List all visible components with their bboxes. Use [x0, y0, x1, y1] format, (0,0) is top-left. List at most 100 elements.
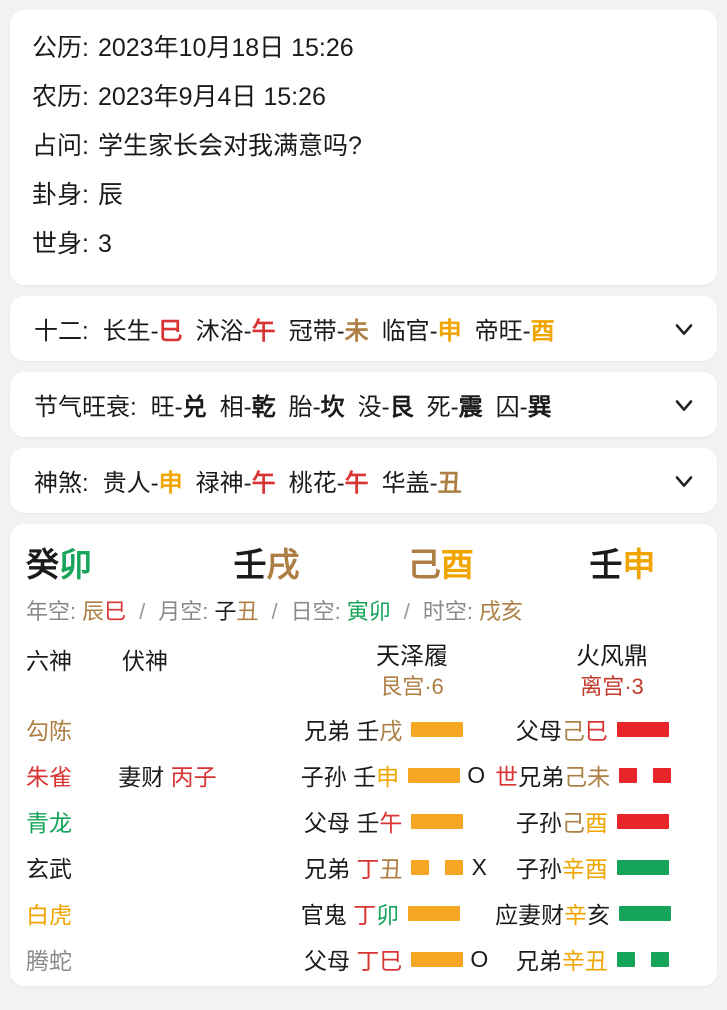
kongwang-row: 年空: 辰巳 / 月空: 子丑 / 日空: 寅卯 / 时空: 戌亥: [10, 588, 717, 636]
main-hexagram-name: 天泽履: [376, 643, 448, 670]
liushen-cell: 腾蛇: [26, 948, 72, 974]
kong-separator: /: [403, 599, 410, 624]
info-label: 世身:: [32, 230, 89, 258]
twelve-stage-name: 长生-: [102, 318, 159, 345]
yang-line-icon: [411, 951, 464, 967]
info-value: 3: [97, 230, 112, 258]
shensha-row[interactable]: 神煞: 贵人-申 禄神-午 桃花-午 华盖-丑: [10, 448, 717, 513]
shensha-branch: 丑: [437, 470, 462, 497]
twelve-stages-card[interactable]: 十二: 长生-巳 沐浴-午 冠带-未 临官-申 帝旺-酉: [10, 296, 717, 361]
changed-hexagram-line: 子孙辛酉: [516, 850, 717, 884]
chevron-down-icon[interactable]: [667, 464, 701, 498]
twelve-stage-item: 沐浴-午: [196, 318, 276, 345]
info-row-nongli: 农历: 2023年9月4日 15:26: [32, 73, 695, 122]
kong-group-3: 时空: 戌亥: [423, 594, 523, 626]
kong-value: 辰巳: [82, 599, 126, 624]
twelve-stages-row[interactable]: 十二: 长生-巳 沐浴-午 冠带-未 临官-申 帝旺-酉: [10, 296, 717, 361]
shensha-name: 华盖-: [381, 470, 438, 497]
kong-branch: 寅: [346, 599, 369, 624]
twelve-stage-branch: 巳: [158, 318, 183, 345]
chevron-down-icon[interactable]: [667, 388, 701, 422]
line-relation: 父母: [303, 810, 350, 836]
shensha-card[interactable]: 神煞: 贵人-申 禄神-午 桃花-午 华盖-丑: [10, 448, 717, 513]
twelve-stage-branch: 午: [251, 318, 276, 345]
jieqi-trigram: 乾: [251, 394, 276, 421]
line-stem: 辛: [561, 856, 585, 882]
pillar-branch: 酉: [440, 546, 474, 583]
info-label: 公历:: [32, 34, 89, 62]
main-line-text: 子孙 壬申: [301, 758, 399, 792]
line-segment: [408, 767, 461, 783]
line-segment: [619, 767, 638, 783]
info-value: 学生家长会对我满意吗?: [97, 132, 362, 160]
header-fushen: 伏神: [122, 648, 168, 674]
kong-group-1: 月空: 子丑: [158, 594, 258, 626]
hexagram-line-row: 玄武 兄弟 丁丑 X 子孙辛酉: [10, 844, 717, 890]
liushen-cell: 朱雀: [26, 764, 72, 790]
kong-label: 时空:: [422, 599, 473, 624]
pillar-0: 癸卯: [10, 538, 179, 586]
shensha-label: 神煞:: [34, 470, 89, 497]
shensha-branch: 午: [344, 470, 369, 497]
info-row-gongli: 公历: 2023年10月18日 15:26: [32, 24, 695, 73]
kong-value: 戌亥: [479, 599, 523, 624]
kong-label: 月空:: [158, 599, 209, 624]
kong-value: 子丑: [214, 599, 258, 624]
hexagram-line-row: 勾陈 兄弟 壬戌 父母己巳: [10, 706, 717, 752]
line-stem: 壬: [356, 810, 380, 836]
yang-line-icon: [411, 721, 464, 737]
jieqi-trigram: 艮: [389, 394, 414, 421]
yang-line-icon: [616, 859, 669, 875]
changing-line-mark: O: [470, 945, 489, 972]
liushen-cell: 勾陈: [26, 718, 72, 744]
line-segment: [445, 859, 464, 875]
info-value: 辰: [97, 181, 123, 209]
jieqi-trigram: 坎: [320, 394, 345, 421]
liushen-cell: 玄武: [26, 856, 72, 882]
yang-line-icon: [408, 905, 461, 921]
pillar-stem: 壬: [589, 546, 623, 583]
main-hexagram-line: 兄弟 壬戌: [304, 712, 516, 746]
shensha-branch: 午: [251, 470, 276, 497]
line-segment: [616, 813, 669, 829]
line-branch: 巳: [379, 948, 403, 974]
yang-line-icon: [616, 721, 669, 737]
line-segment: [411, 721, 464, 737]
kong-branch: 丑: [236, 599, 259, 624]
line-stem: 己: [561, 810, 585, 836]
pillar-1: 壬戌: [179, 538, 353, 586]
jieqi-name: 旺-: [150, 394, 183, 421]
main-hexagram-line: 兄弟 丁丑 X: [304, 850, 516, 884]
info-value: 2023年10月18日 15:26: [97, 34, 354, 62]
changed-line-text: 子孙己酉: [516, 804, 608, 838]
changed-hexagram-line: 妻财辛亥: [518, 896, 717, 930]
fushen-relation: 妻财: [118, 764, 165, 790]
pillar-branch: 卯: [59, 546, 92, 583]
yang-line-icon: [616, 813, 669, 829]
line-branch: 丑: [379, 856, 403, 882]
jieqi-trigram: 震: [458, 394, 483, 421]
four-pillars: 癸卯 壬戌 己酉 壬申: [10, 534, 717, 588]
liushen-cell: 青龙: [26, 810, 72, 836]
line-relation: 兄弟: [515, 948, 562, 974]
jieqi-item: 胎-坎: [289, 394, 345, 421]
changed-hexagram-line: 兄弟己未: [518, 758, 717, 792]
seasonal-strength-row[interactable]: 节气旺衰: 旺-兑 相-乾 胎-坎 没-艮 死-震 囚-巽: [10, 372, 717, 437]
main-hexagram-line: 子孙 壬申 O 世: [301, 758, 518, 792]
line-segment: [408, 905, 461, 921]
kong-separator: /: [271, 599, 278, 624]
line-relation: 官鬼: [300, 902, 347, 928]
line-segment: [653, 767, 672, 783]
kong-separator: /: [139, 599, 146, 624]
chevron-down-icon[interactable]: [667, 312, 701, 346]
seasonal-strength-card[interactable]: 节气旺衰: 旺-兑 相-乾 胎-坎 没-艮 死-震 囚-巽: [10, 372, 717, 437]
shi-ying-marker: 应: [495, 902, 519, 928]
yin-line-icon: [619, 767, 672, 783]
kong-group-0: 年空: 辰巳: [26, 594, 126, 626]
shensha-item: 贵人-申: [103, 470, 183, 497]
line-stem: 壬: [356, 718, 380, 744]
line-branch: 卯: [376, 902, 400, 928]
line-branch: 申: [376, 764, 400, 790]
line-stem: 己: [564, 764, 588, 790]
line-stem: 己: [561, 718, 585, 744]
